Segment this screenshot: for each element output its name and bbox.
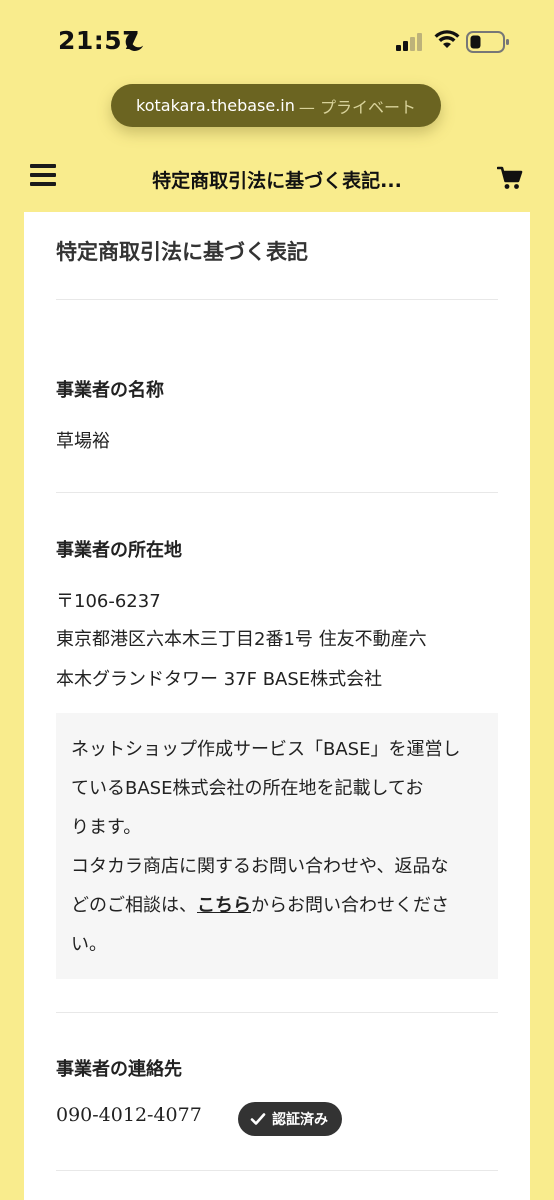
- url-bar[interactable]: kotakara.thebase.in — プライベート: [111, 84, 441, 127]
- status-bar: 21:57: [0, 0, 554, 80]
- moon-icon: [125, 32, 144, 51]
- site-header: 特定商取引法に基づく表記...: [0, 150, 554, 208]
- divider: [56, 1012, 498, 1013]
- wifi-icon: [434, 30, 460, 48]
- note-line: ネットショップ作成サービス「BASE」を運営し: [71, 739, 461, 760]
- note-line: ているBASE株式会社の所在地を記載してお: [71, 778, 424, 799]
- note-text: どのご相談は、: [71, 895, 197, 916]
- verified-badge-label: 認証済み: [272, 1112, 328, 1128]
- divider: [56, 1170, 498, 1171]
- note-line: どのご相談は、こちらからお問い合わせくださ: [71, 891, 449, 917]
- note-line: い。: [71, 934, 107, 955]
- check-icon: [250, 1113, 266, 1125]
- verified-badge: 認証済み: [238, 1102, 342, 1136]
- browsing-mode-label: — プライベート: [298, 97, 416, 117]
- url-domain: kotakara.thebase.in: [136, 96, 295, 115]
- page-title: 特定商取引法に基づく表記: [56, 240, 308, 264]
- business-name-heading: 事業者の名称: [56, 380, 164, 401]
- address-postal: 〒106-6237: [56, 591, 161, 612]
- note-text: からお問い合わせくださ: [251, 895, 449, 916]
- note-line: ります。: [71, 817, 142, 838]
- signal-icon: [396, 33, 422, 51]
- divider: [56, 492, 498, 493]
- contact-heading: 事業者の連絡先: [56, 1059, 182, 1080]
- address-note: ネットショップ作成サービス「BASE」を運営し ているBASE株式会社の所在地を…: [56, 713, 498, 979]
- address-line-2: 本木グランドタワー 37F BASE株式会社: [56, 669, 383, 690]
- business-name-value: 草場裕: [56, 431, 110, 452]
- address-heading: 事業者の所在地: [56, 540, 182, 561]
- battery-icon: [466, 31, 509, 53]
- contact-phone: 090-4012-4077: [56, 1104, 202, 1126]
- content-card: 特定商取引法に基づく表記 事業者の名称 草場裕 事業者の所在地 〒106-623…: [24, 212, 530, 1200]
- divider: [56, 299, 498, 300]
- cart-icon[interactable]: [497, 165, 523, 191]
- note-line: コタカラ商店に関するお問い合わせや、返品な: [71, 856, 449, 877]
- header-title: 特定商取引法に基づく表記...: [152, 170, 402, 192]
- contact-link[interactable]: こちら: [197, 895, 251, 916]
- hamburger-icon[interactable]: [30, 164, 56, 190]
- address-line-1: 東京都港区六本木三丁目2番1号 住友不動産六: [56, 629, 427, 650]
